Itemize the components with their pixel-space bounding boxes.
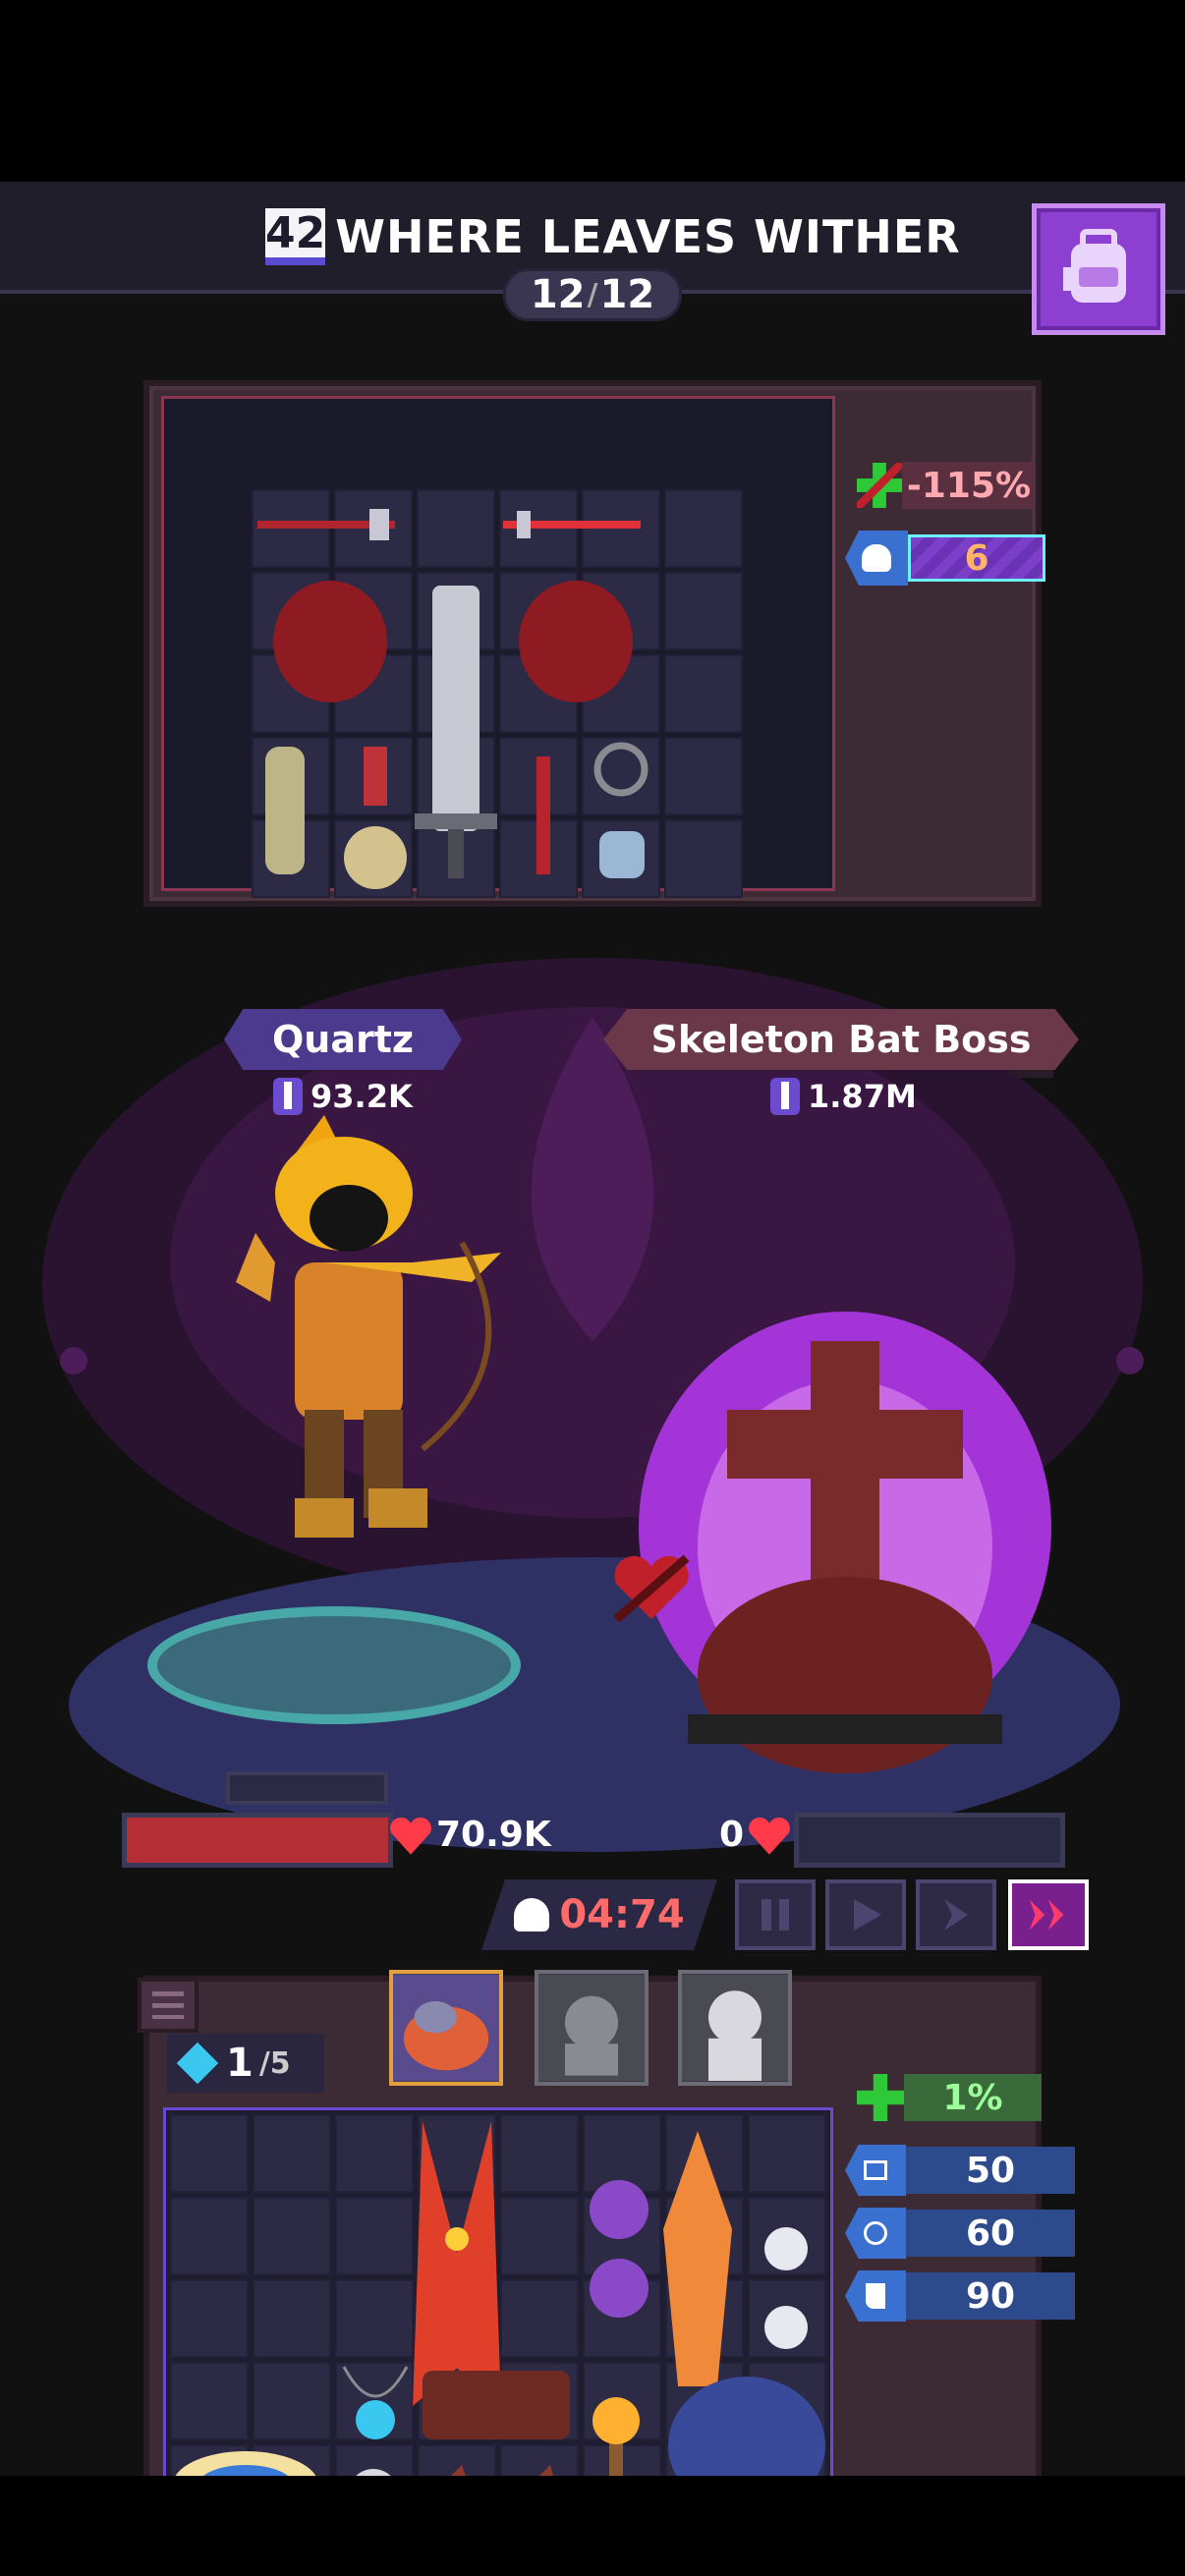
double-chevron-right-icon <box>1029 1899 1064 1931</box>
wave-separator: / <box>587 277 598 312</box>
heal-modifier-value: -115% <box>902 462 1036 509</box>
enemy-boss-character <box>639 1312 1051 1773</box>
power-sword-icon <box>770 1078 800 1115</box>
potion-icon <box>599 831 645 878</box>
gem-count: 1 <box>226 2041 254 2086</box>
list-icon <box>152 1991 184 2019</box>
hero-card-locked-2[interactable] <box>678 1970 792 2086</box>
greatsword-icon <box>415 586 497 878</box>
player-hp-readout: 70.9K <box>389 1815 551 1855</box>
stat-a-value: 50 <box>906 2147 1075 2194</box>
enemy-hp-bar <box>794 1813 1065 1868</box>
player-shield-bar <box>226 1771 388 1805</box>
leather-bracer-icon <box>423 2371 570 2439</box>
broken-heart-icon <box>613 1554 690 1623</box>
wave-current: 12 <box>530 272 586 317</box>
locked-hero-portrait-icon <box>682 1975 788 2081</box>
enemy-power: 1.87M <box>770 1078 917 1115</box>
player-pad <box>147 1606 521 1724</box>
stat-chip-c: 90 <box>845 2270 1075 2322</box>
player-name-tag: Quartz <box>224 1009 462 1070</box>
flame-wings-icon <box>413 2121 501 2406</box>
spear-icon <box>503 511 641 538</box>
player-hp-fill <box>127 1818 388 1863</box>
backpack-icon <box>1063 229 1126 303</box>
wave-counter: 12 / 12 <box>503 268 682 321</box>
heal-plus-icon <box>857 2074 904 2121</box>
cloud-charm-icon <box>175 2451 316 2476</box>
rune-bottle-icon <box>764 2227 808 2349</box>
player-name: Quartz <box>271 1018 415 1061</box>
stat-chip-b: 60 <box>845 2208 1075 2259</box>
wave-total: 12 <box>599 272 655 317</box>
torch-icon <box>592 2397 640 2476</box>
skull-icon <box>514 1898 550 1932</box>
boot-icon <box>845 2270 906 2322</box>
backpack-menu-button[interactable] <box>138 1978 198 2033</box>
play-button[interactable] <box>825 1879 906 1950</box>
purple-orb-icon <box>590 2180 649 2318</box>
heal-modifier-chip: -115% <box>857 460 1036 511</box>
fastest-speed-button[interactable] <box>1008 1879 1089 1950</box>
heal-bonus-value: 1% <box>904 2074 1042 2121</box>
equipped-items-art <box>257 509 649 889</box>
crossbow-icon <box>257 509 395 540</box>
chevron-right-icon <box>944 1899 968 1931</box>
player-power: 93.2K <box>273 1078 413 1115</box>
heal-blocked-icon <box>857 463 902 508</box>
stack-icon <box>845 2145 906 2196</box>
enemy-name: Skeleton Bat Boss <box>650 1018 1032 1061</box>
gem-max: /5 <box>258 2045 291 2081</box>
player-hp-bar <box>122 1813 393 1868</box>
amulet-icon <box>342 2366 409 2439</box>
power-sword-icon <box>273 1078 303 1115</box>
pause-button[interactable] <box>735 1879 816 1950</box>
timer-value: 04:74 <box>559 1892 685 1937</box>
skull-medal-icon <box>344 747 407 889</box>
dragon-portrait-icon <box>393 1975 499 2081</box>
skull-count-value: 6 <box>908 534 1045 582</box>
level-number-badge: 42 <box>265 208 326 265</box>
game-screen: 42 WHERE LEAVES WITHER 12 / 12 -115% 6 Q… <box>0 182 1185 2476</box>
heart-icon <box>390 1817 431 1855</box>
winged-boots-icon <box>451 2465 553 2476</box>
stat-chip-a: 50 <box>845 2145 1075 2196</box>
gem-icon <box>176 2042 219 2085</box>
navigation-bar-area <box>0 2476 1185 2576</box>
claw-icon <box>265 747 305 874</box>
skull-icon <box>845 531 908 586</box>
status-bar-area <box>0 0 1185 182</box>
inventory-button[interactable] <box>1032 203 1165 335</box>
fire-sword-icon <box>663 2131 732 2386</box>
locked-hero-portrait-icon <box>538 1975 645 2081</box>
shell-icon <box>845 2208 906 2259</box>
pause-icon <box>762 1899 789 1931</box>
enemy-hp-value: 0 <box>719 1815 745 1855</box>
hero-card-dragon[interactable] <box>389 1970 503 2086</box>
fast-forward-button[interactable] <box>916 1879 996 1950</box>
stat-c-value: 90 <box>906 2272 1075 2320</box>
level-name: WHERE LEAVES WITHER <box>335 210 961 263</box>
play-icon <box>854 1899 881 1931</box>
dagger-icon <box>536 756 550 874</box>
heart-icon <box>749 1817 790 1855</box>
gem-counter: 1 /5 <box>167 2034 324 2093</box>
heal-bonus-chip: 1% <box>857 2072 1042 2123</box>
enemy-name-tag: Skeleton Bat Boss <box>603 1009 1079 1070</box>
ring-icon <box>593 742 649 797</box>
enemy-hp-readout: 0 <box>719 1815 791 1855</box>
dragon-pet-icon <box>668 2377 825 2476</box>
backpack-items-art <box>175 2121 825 2476</box>
level-title: 42 WHERE LEAVES WITHER <box>265 207 960 266</box>
player-hp-value: 70.9K <box>436 1815 551 1855</box>
skull-counter-chip: 6 <box>845 531 1045 586</box>
hero-card-locked-1[interactable] <box>535 1970 649 2086</box>
player-power-value: 93.2K <box>310 1078 413 1115</box>
stat-b-value: 60 <box>906 2210 1075 2257</box>
battle-timer: 04:74 <box>481 1879 717 1950</box>
enemy-power-value: 1.87M <box>808 1078 917 1115</box>
player-character <box>236 1115 501 1538</box>
